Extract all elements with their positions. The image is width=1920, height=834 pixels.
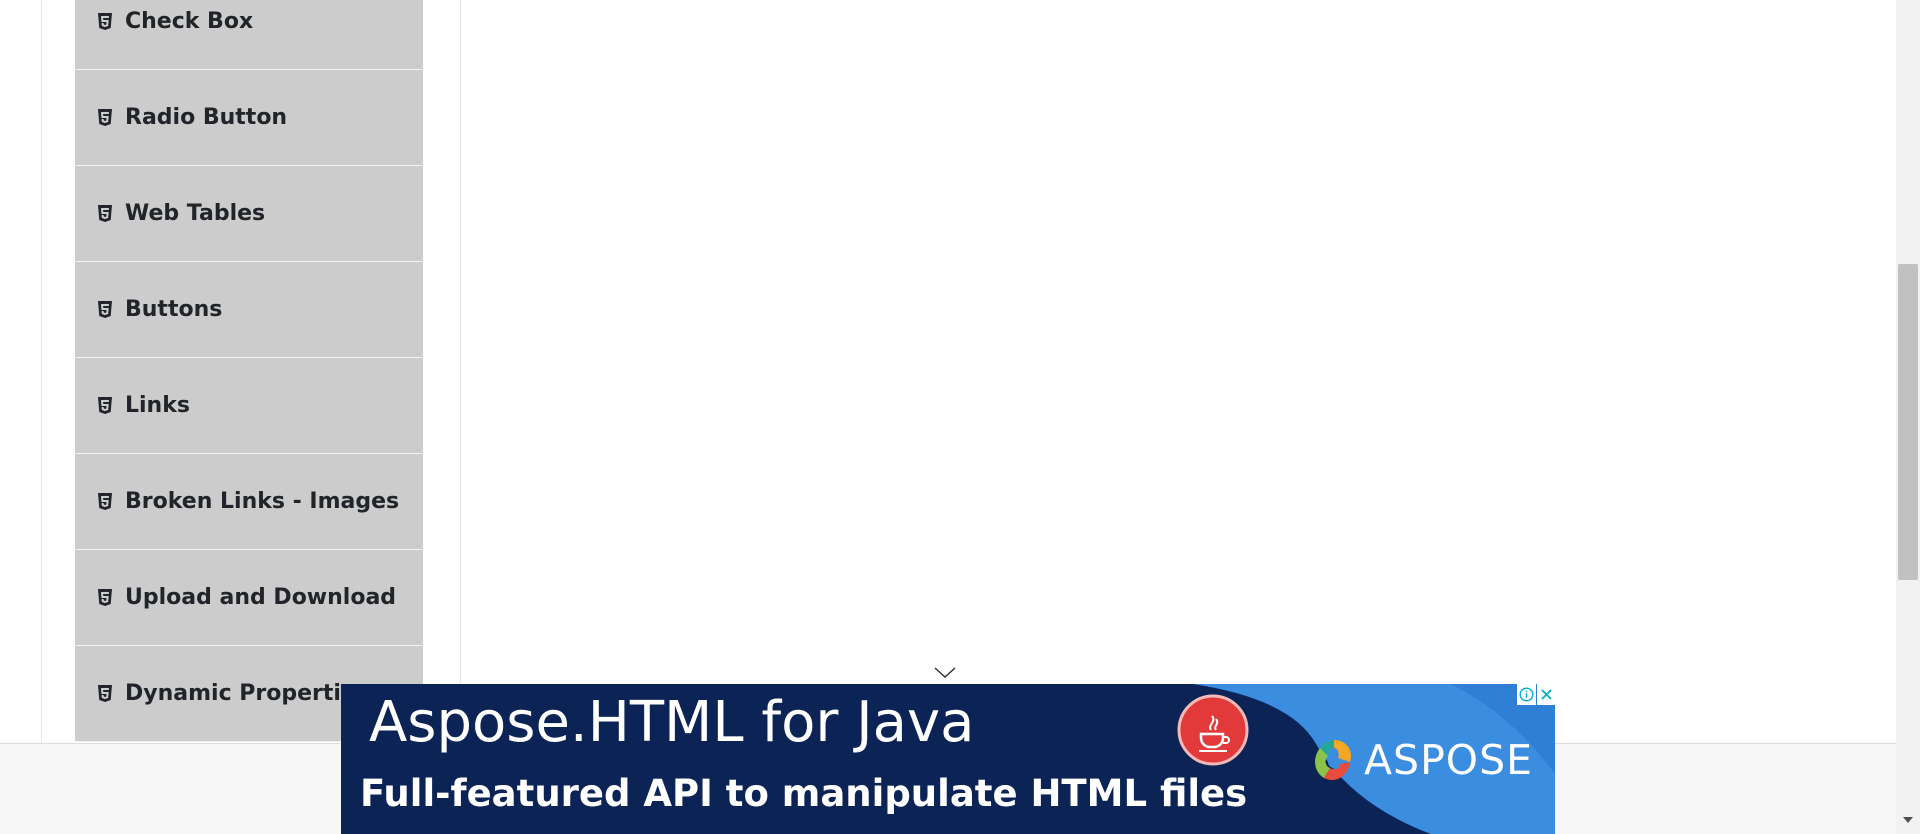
menu-item-radio-button[interactable]: Radio Button [75,70,423,166]
menu-item-buttons[interactable]: Buttons [75,262,423,358]
ad-close-button[interactable] [1537,684,1555,705]
left-divider [41,0,42,743]
menu-item-label: Dynamic Properties [125,681,369,706]
html5-icon [98,108,112,126]
menu-item-label: Web Tables [125,201,266,226]
menu-item-check-box[interactable]: Check Box [75,0,423,70]
scroll-down-button[interactable] [1898,810,1918,830]
aspose-logo-icon [1315,740,1352,781]
ad-brand-name: ASPOSE [1364,736,1533,784]
html5-icon [98,588,112,606]
page: Check Box Radio Button Web Tables Button… [0,0,1920,834]
info-icon [1519,687,1534,702]
html5-icon [98,204,112,222]
menu-item-label: Radio Button [125,105,288,130]
ad-title: Aspose.HTML for Java [369,690,975,755]
menu-item-label: Upload and Download [125,585,397,610]
menu-item-broken-links-images[interactable]: Broken Links - Images [75,454,423,550]
menu-item-web-tables[interactable]: Web Tables [75,166,423,262]
chevron-down-icon [934,667,956,679]
menu-item-label: Broken Links - Images [125,489,400,514]
html5-icon [98,492,112,510]
content-divider [460,0,461,743]
close-icon [1541,689,1552,700]
menu-item-label: Check Box [125,9,254,34]
caret-down-icon [1903,817,1913,823]
ad-collapse-button[interactable] [931,664,959,682]
ad-info-button[interactable] [1517,684,1536,705]
elements-menu: Check Box Radio Button Web Tables Button… [75,0,423,742]
html5-icon [98,396,112,414]
menu-item-links[interactable]: Links [75,358,423,454]
html5-icon [98,684,112,702]
menu-item-upload-and-download[interactable]: Upload and Download [75,550,423,646]
ad-subtitle: Full-featured API to manipulate HTML fil… [360,772,1248,815]
html5-icon [98,300,112,318]
ad-banner[interactable]: Aspose.HTML for Java Full-featured API t… [341,684,1555,834]
scrollbar-thumb[interactable] [1898,264,1918,580]
menu-item-label: Links [125,393,190,418]
menu-item-label: Buttons [125,297,223,322]
java-icon [1177,694,1249,766]
html5-icon [98,12,112,30]
